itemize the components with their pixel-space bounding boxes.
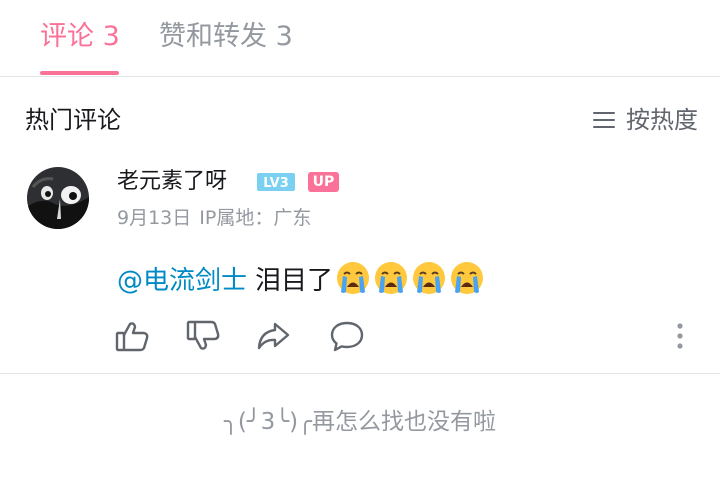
mention-link[interactable]: @电流剑士 <box>117 260 247 297</box>
crying-face-icon <box>337 262 370 294</box>
more-options-icon[interactable] <box>666 318 694 354</box>
thumbs-up-icon[interactable] <box>114 318 150 354</box>
up-badge: UP <box>308 172 339 192</box>
avatar[interactable] <box>27 167 89 229</box>
tab-likes-and-reposts[interactable]: 赞和转发 3 <box>159 20 293 54</box>
avatar-image <box>27 167 89 229</box>
comment-tabs: 评论 3 赞和转发 3 <box>0 0 720 77</box>
emoji-group <box>335 260 485 296</box>
sort-button[interactable]: 按热度 <box>592 104 698 136</box>
section-title: 热门评论 <box>25 106 121 134</box>
end-of-list-text: ╮(╯3╰)╭再怎么找也没有啦 <box>224 409 496 435</box>
svg-text:LV3: LV3 <box>263 176 289 191</box>
comment-content: @电流剑士 泪目了 <box>117 259 485 297</box>
comment-icon[interactable] <box>329 318 365 354</box>
crying-face-icon <box>451 262 484 294</box>
divider <box>0 373 720 374</box>
crying-face-icon <box>375 262 408 294</box>
list-icon <box>593 112 615 128</box>
comment-meta: 9月13日 IP属地：广东 <box>117 207 312 229</box>
crying-face-icon <box>413 262 446 294</box>
tab-comments[interactable]: 评论 3 <box>40 20 120 54</box>
share-icon[interactable] <box>255 318 291 354</box>
active-tab-indicator <box>40 71 119 75</box>
level-badge: LV3 <box>257 173 295 191</box>
comment-text: 泪目了 <box>255 265 334 296</box>
thumbs-down-icon[interactable] <box>185 318 221 354</box>
username[interactable]: 老元素了呀 <box>117 167 227 197</box>
sort-label: 按热度 <box>626 106 698 134</box>
